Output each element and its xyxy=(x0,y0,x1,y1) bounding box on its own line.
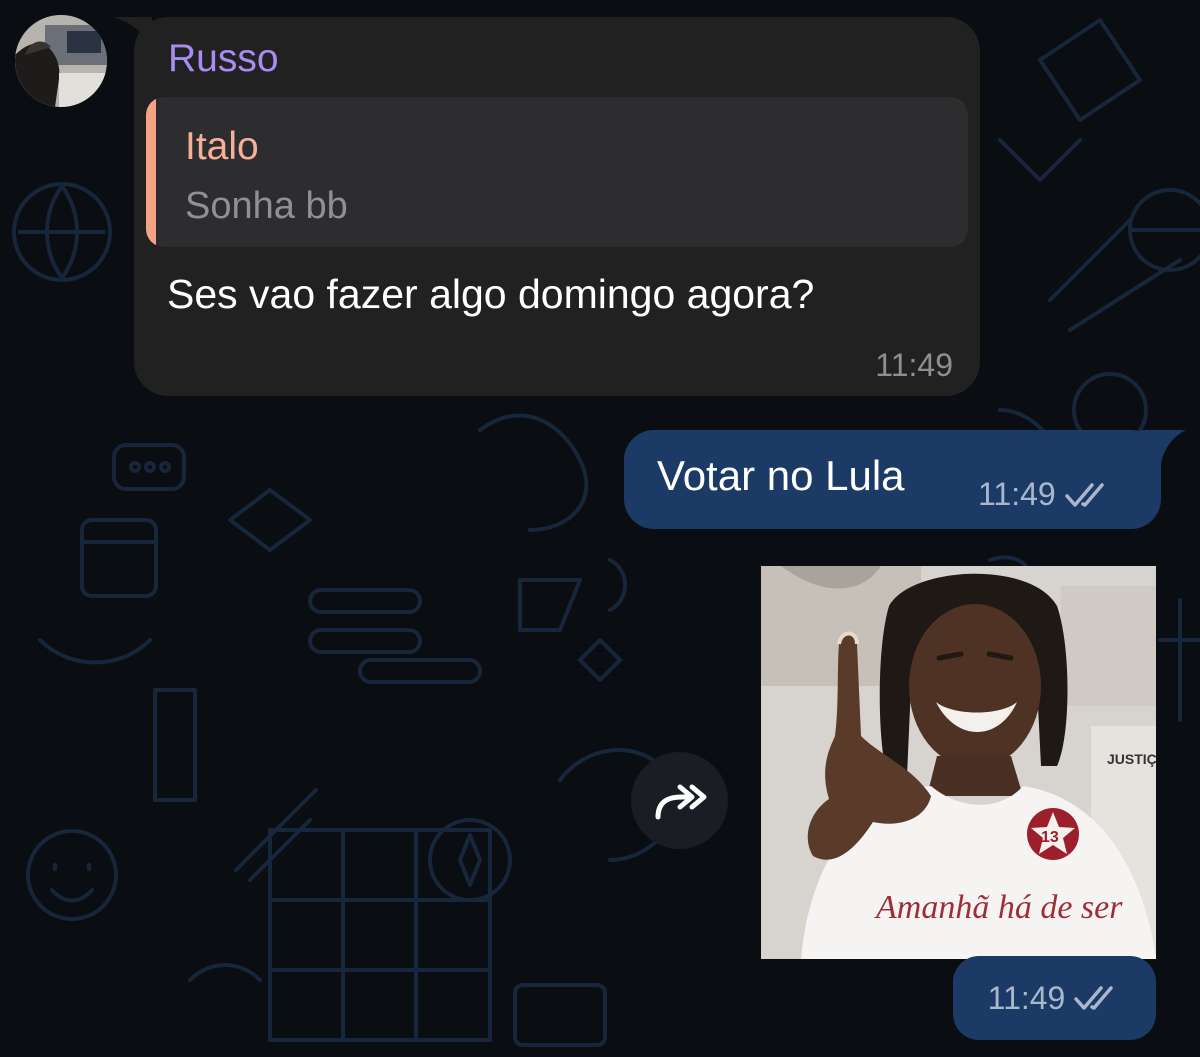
shirt-text: Amanhã há de ser xyxy=(874,889,1123,926)
double-check-icon xyxy=(1074,986,1114,1010)
badge-number: 13 xyxy=(1041,829,1059,846)
message-meta: 11:49 xyxy=(978,476,1112,513)
message-time: 11:49 xyxy=(875,347,953,383)
reply-author: Italo xyxy=(185,125,259,168)
sign-text: JUSTIÇA xyxy=(1107,751,1156,767)
sender-avatar[interactable] xyxy=(15,15,107,107)
photo-woman-gesturing: JUSTIÇA 13 Amanhã há de ser xyxy=(761,566,1156,959)
double-check-icon xyxy=(1064,482,1104,507)
message-text: Votar no Lula xyxy=(657,452,905,499)
message-time: 11:49 xyxy=(987,979,1066,1016)
outgoing-message-bubble[interactable]: Votar no Lula 11:49 xyxy=(624,430,1161,529)
forward-icon xyxy=(655,784,706,819)
reply-text: Sonha bb xyxy=(185,185,348,227)
avatar-photo xyxy=(15,15,107,107)
sender-name[interactable]: Russo xyxy=(168,37,279,81)
message-time: 11:49 xyxy=(978,476,1056,512)
message-text: Ses vao fazer algo domingo agora? xyxy=(167,271,815,317)
media-message-meta: 11:49 xyxy=(953,956,1156,1040)
forward-button[interactable] xyxy=(631,752,728,849)
reply-accent-bar xyxy=(146,97,156,247)
reply-quote[interactable]: Italo Sonha bb xyxy=(146,97,968,247)
chat-view: Russo Italo Sonha bb Ses vao fazer algo … xyxy=(0,0,1200,1057)
incoming-message-bubble[interactable]: Russo Italo Sonha bb Ses vao fazer algo … xyxy=(134,17,980,396)
media-message-image[interactable]: JUSTIÇA 13 Amanhã há de ser xyxy=(761,566,1156,959)
